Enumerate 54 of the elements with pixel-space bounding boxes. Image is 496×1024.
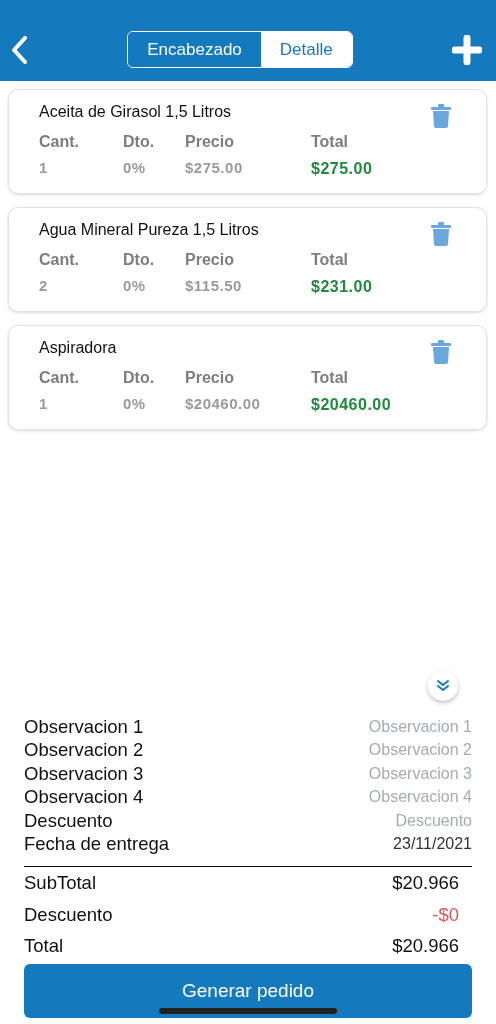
- column-label: Precio: [185, 250, 235, 270]
- total-label: Descuento: [24, 902, 113, 927]
- field-label: Observacion 3: [24, 761, 144, 786]
- field-label: Observacion 4: [24, 785, 144, 810]
- input-field[interactable]: Observacion 4: [272, 785, 472, 809]
- column-label: Precio: [185, 368, 235, 388]
- input-field[interactable]: Observacion 1: [272, 714, 472, 739]
- item-name: Aspiradora: [39, 338, 117, 358]
- generate-order-button[interactable]: Generar pedido: [24, 964, 472, 1018]
- collapse-button[interactable]: [428, 670, 458, 701]
- column-label: Dto.: [123, 368, 156, 388]
- double-chevron-icon: [436, 678, 450, 693]
- column-label: Cant.: [39, 132, 80, 152]
- field-label: Observacion 1: [24, 714, 144, 739]
- item-value: 1: [39, 158, 49, 178]
- column-label: Total: [311, 132, 350, 152]
- column-label: Total: [311, 368, 350, 388]
- trash-icon[interactable]: [431, 222, 451, 246]
- input-field[interactable]: Observacion 3: [272, 761, 472, 786]
- segment-tab[interactable]: Detalle: [260, 31, 352, 68]
- input-field[interactable]: Observacion 2: [272, 738, 472, 762]
- item-value: $275.00: [311, 159, 374, 179]
- item-value: 0%: [123, 276, 147, 296]
- item-value: $20460.00: [185, 394, 262, 414]
- column-label: Total: [311, 250, 350, 270]
- total-value: $20.966: [392, 870, 459, 895]
- input-field[interactable]: 23/11/2021: [272, 832, 472, 856]
- column-label: Dto.: [123, 250, 156, 270]
- column-label: Precio: [185, 132, 235, 152]
- item-name: Aceita de Girasol 1,5 Litros: [39, 102, 232, 122]
- trash-icon[interactable]: [431, 104, 451, 128]
- input-field[interactable]: Descuento: [272, 808, 472, 833]
- item-value: $231.00: [311, 277, 374, 297]
- item-value: 0%: [123, 158, 147, 178]
- add-button[interactable]: [452, 34, 482, 65]
- field-label: Observacion 2: [24, 738, 144, 763]
- field-label: Descuento: [24, 808, 113, 833]
- column-label: Cant.: [39, 250, 80, 270]
- total-value: $20.966: [392, 934, 459, 959]
- item-value: $275.00: [185, 158, 244, 178]
- item-name: Agua Mineral Pureza 1,5 Litros: [39, 220, 259, 240]
- trash-icon[interactable]: [431, 340, 451, 364]
- total-value: -$0: [432, 902, 459, 927]
- item-value: 0%: [123, 394, 147, 414]
- column-label: Dto.: [123, 132, 156, 152]
- item-value: $20460.00: [311, 395, 393, 415]
- field-label: Fecha de entrega: [24, 832, 170, 857]
- item-value: $115.50: [185, 276, 243, 296]
- column-label: Cant.: [39, 368, 80, 388]
- item-value: 2: [39, 276, 49, 296]
- back-button[interactable]: [10, 35, 28, 64]
- item-value: 1: [39, 394, 49, 414]
- total-label: SubTotal: [24, 870, 96, 895]
- total-label: Total: [24, 934, 64, 959]
